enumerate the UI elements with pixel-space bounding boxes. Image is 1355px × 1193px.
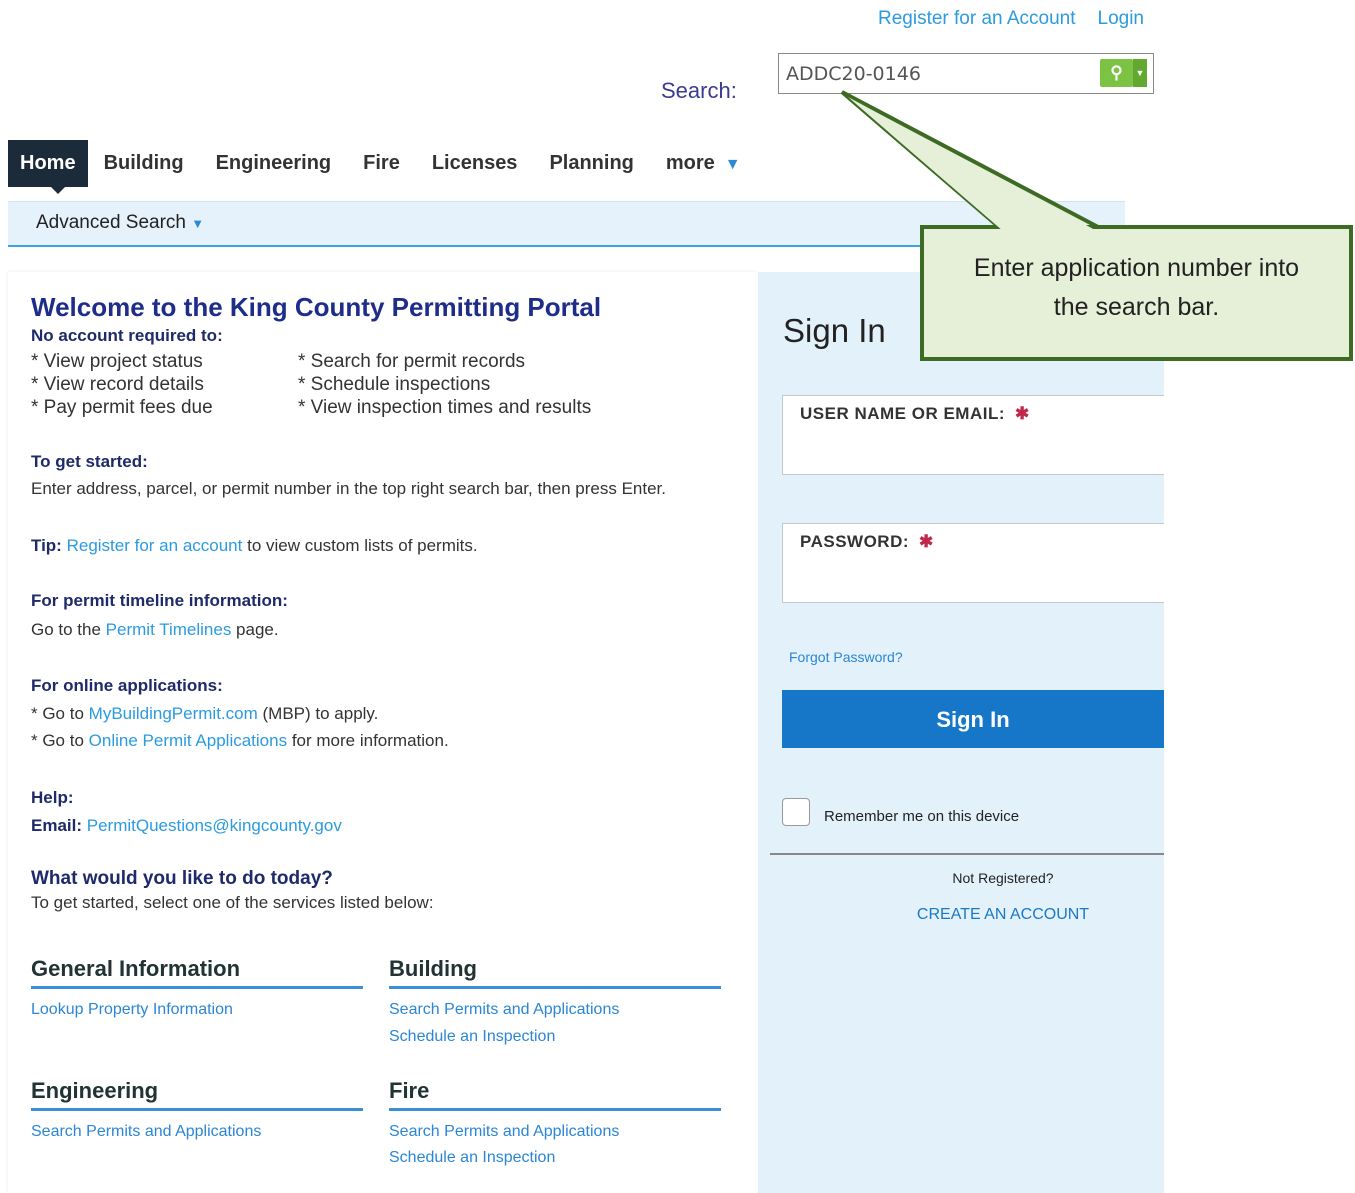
building-search-link[interactable]: Search Permits and Applications (389, 1001, 619, 1019)
general-info-heading: General Information (31, 956, 363, 989)
remember-checkbox[interactable] (782, 798, 810, 826)
tip-rest: to view custom lists of permits. (247, 536, 478, 555)
lookup-property-link[interactable]: Lookup Property Information (31, 1001, 233, 1019)
tip-line: Tip: Register for an account to view cus… (31, 536, 478, 556)
register-account-link[interactable]: Register for an account (67, 536, 243, 555)
timeline-heading: For permit timeline information: (31, 591, 288, 610)
online-line-2: * Go to Online Permit Applications for m… (31, 731, 449, 751)
welcome-panel: Welcome to the King County Permitting Po… (8, 272, 758, 1193)
building-heading: Building (389, 956, 721, 989)
email-line: Email: PermitQuestions@kingcounty.gov (31, 816, 342, 836)
get-started-text: Enter address, parcel, or permit number … (31, 479, 666, 498)
password-field[interactable]: PASSWORD: ✱ (782, 523, 1164, 603)
email-label: Email: (31, 816, 83, 835)
timeline-post: page. (236, 620, 279, 639)
fire-search-link[interactable]: Search Permits and Applications (389, 1123, 619, 1141)
callout-pointer-mask (848, 97, 1097, 231)
today-text: To get started, select one of the servic… (31, 893, 434, 912)
timeline-pre: Go to the (31, 620, 101, 639)
online-2-post: for more information. (291, 731, 449, 750)
not-registered-text: Not Registered? (952, 870, 1054, 886)
fire-schedule-link[interactable]: Schedule an Inspection (389, 1149, 555, 1167)
username-label: USER NAME OR EMAIL: ✱ (800, 404, 1030, 424)
password-label: PASSWORD: ✱ (800, 532, 934, 552)
online-2-pre: * Go to (31, 731, 84, 750)
help-heading: Help: (31, 788, 74, 807)
fire-heading: Fire (389, 1078, 721, 1111)
engineering-search-link[interactable]: Search Permits and Applications (31, 1123, 261, 1141)
today-heading: What would you like to do today? (31, 868, 333, 889)
password-label-text: PASSWORD: (800, 532, 910, 551)
email-link[interactable]: PermitQuestions@kingcounty.gov (87, 816, 342, 835)
timeline-line: Go to the Permit Timelines page. (31, 620, 279, 640)
username-label-text: USER NAME OR EMAIL: (800, 404, 1005, 423)
building-schedule-link[interactable]: Schedule an Inspection (389, 1028, 555, 1046)
mybuildingpermit-link[interactable]: MyBuildingPermit.com (89, 704, 258, 723)
permit-timelines-link[interactable]: Permit Timelines (106, 620, 232, 639)
online-1-pre: * Go to (31, 704, 84, 723)
get-started-heading: To get started: (31, 452, 148, 471)
online-apps-heading: For online applications: (31, 676, 223, 695)
online-1-post: (MBP) to apply. (262, 704, 379, 723)
online-line-1: * Go to MyBuildingPermit.com (MBP) to ap… (31, 704, 378, 724)
required-icon: ✱ (1015, 404, 1030, 423)
signin-button[interactable]: Sign In (782, 690, 1164, 748)
forgot-password-link[interactable]: Forgot Password? (789, 649, 903, 665)
remember-label: Remember me on this device (824, 808, 1020, 825)
engineering-heading: Engineering (31, 1078, 363, 1111)
create-account-link[interactable]: CREATE AN ACCOUNT (758, 906, 1248, 924)
required-icon: ✱ (919, 532, 934, 551)
divider (770, 853, 1164, 855)
tip-label: Tip: (31, 536, 62, 555)
online-permit-apps-link[interactable]: Online Permit Applications (89, 731, 287, 750)
username-field[interactable]: USER NAME OR EMAIL: ✱ (782, 395, 1164, 475)
signin-panel: Sign In USER NAME OR EMAIL: ✱ PASSWORD: ✱ … (758, 272, 1164, 1193)
